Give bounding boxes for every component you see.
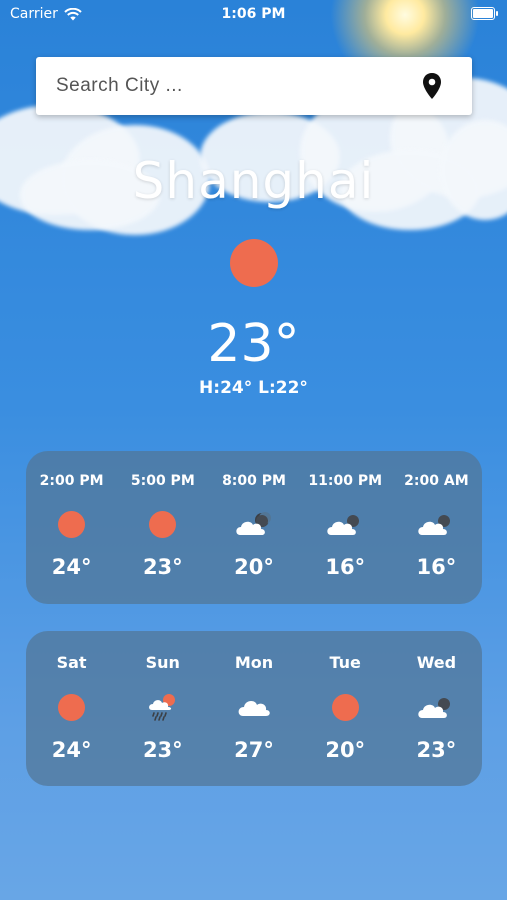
daily-item: Sun 23° bbox=[117, 631, 208, 786]
sun-icon bbox=[58, 693, 86, 721]
cloudy-night-icon bbox=[418, 515, 451, 535]
daily-temp: 23° bbox=[142, 738, 183, 762]
daily-temp: 23° bbox=[416, 738, 457, 762]
high-low-temperature: H:24° L:22° bbox=[199, 378, 308, 398]
daily-item: Sat 24° bbox=[26, 631, 117, 786]
hourly-temp: 20° bbox=[234, 555, 274, 579]
status-time: 1:06 PM bbox=[221, 6, 286, 22]
cloud-icon bbox=[238, 701, 270, 716]
hourly-time: 2:00 AM bbox=[404, 473, 469, 489]
hourly-time: 8:00 PM bbox=[222, 473, 286, 489]
battery-icon bbox=[471, 7, 498, 20]
daily-temp: 27° bbox=[234, 738, 274, 762]
sun-icon bbox=[149, 510, 177, 538]
daily-forecast-card: Sat 24° Sun 23° Mon 27° Tue 20° Wed 23° bbox=[26, 631, 482, 786]
cloudy-night-icon bbox=[327, 515, 360, 535]
hourly-temp: 24° bbox=[51, 555, 92, 579]
city-name: Shanghai bbox=[132, 152, 375, 210]
hourly-item: 8:00 PM 20° bbox=[208, 451, 299, 604]
hourly-item: 5:00 PM 23° bbox=[117, 451, 208, 604]
daily-day: Tue bbox=[329, 653, 361, 672]
sun-icon bbox=[58, 510, 86, 538]
sun-icon bbox=[230, 239, 278, 287]
daily-day: Wed bbox=[416, 653, 457, 672]
daily-temp: 20° bbox=[325, 738, 366, 762]
daily-item: Mon 27° bbox=[208, 631, 299, 786]
status-bar: Carrier 1:06 PM bbox=[0, 0, 507, 28]
sun-icon bbox=[331, 693, 359, 721]
rain-sun-icon bbox=[148, 694, 175, 721]
hourly-item: 11:00 PM 16° bbox=[300, 451, 391, 604]
hourly-temp: 16° bbox=[416, 555, 457, 579]
current-temperature: 23° bbox=[207, 314, 300, 374]
hourly-item: 2:00 AM 16° bbox=[391, 451, 482, 604]
search-input[interactable] bbox=[54, 74, 420, 98]
location-pin-icon[interactable] bbox=[420, 72, 444, 100]
hourly-temp: 23° bbox=[142, 555, 183, 579]
cloudy-night-icon bbox=[236, 512, 271, 535]
daily-day: Mon bbox=[234, 653, 274, 672]
search-bar bbox=[36, 57, 472, 115]
daily-temp: 24° bbox=[51, 738, 92, 762]
hourly-temp: 16° bbox=[325, 555, 366, 579]
hourly-time: 2:00 PM bbox=[39, 473, 104, 489]
hourly-item: 2:00 PM 24° bbox=[26, 451, 117, 604]
hourly-forecast-card: 2:00 PM 24° 5:00 PM 23° 8:00 PM 20° 11:0… bbox=[26, 451, 482, 604]
daily-item: Tue 20° bbox=[300, 631, 391, 786]
daily-day: Sun bbox=[145, 653, 180, 672]
cloudy-night-icon bbox=[418, 698, 451, 718]
hourly-time: 11:00 PM bbox=[308, 473, 383, 489]
hourly-time: 5:00 PM bbox=[130, 473, 195, 489]
daily-day: Sat bbox=[56, 653, 87, 672]
daily-item: Wed 23° bbox=[391, 631, 482, 786]
